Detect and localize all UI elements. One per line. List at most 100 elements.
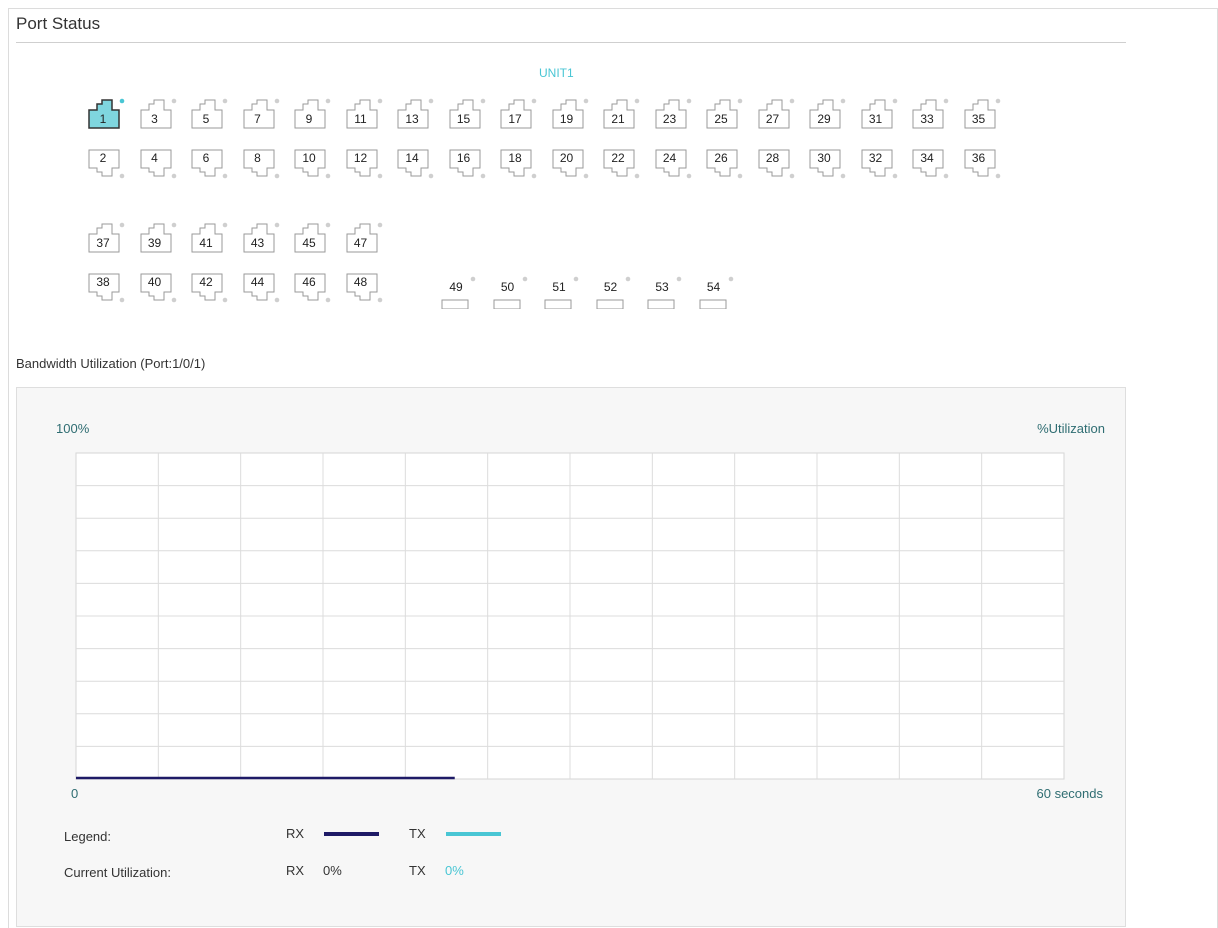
port-number: 3 <box>151 112 158 126</box>
port-30[interactable]: 30 <box>809 148 846 180</box>
port-number: 24 <box>662 151 677 165</box>
port-number: 19 <box>559 112 574 126</box>
port-23[interactable]: 23 <box>655 98 691 130</box>
port-number: 25 <box>714 112 728 126</box>
port-number: 1 <box>99 112 107 126</box>
sfp-port-54[interactable]: 54 <box>698 275 734 309</box>
port-number: 2 <box>99 151 107 165</box>
port-42[interactable]: 42 <box>191 272 228 304</box>
port-number: 35 <box>971 112 986 126</box>
port-14[interactable]: 14 <box>397 148 434 180</box>
y-axis-label: %Utilization <box>1037 421 1105 436</box>
port-1[interactable]: 1 <box>88 98 125 130</box>
port-12[interactable]: 12 <box>346 148 382 180</box>
port-25[interactable]: 25 <box>706 98 743 130</box>
sfp-port-49[interactable]: 49 <box>440 275 476 309</box>
port-31[interactable]: 31 <box>861 98 897 130</box>
port-number: 38 <box>96 275 110 289</box>
legend-tx-label: TX <box>409 826 426 841</box>
port-11[interactable]: 11 <box>346 98 382 130</box>
port-number: 16 <box>456 151 471 165</box>
port-39[interactable]: 39 <box>140 222 176 254</box>
port-number: 15 <box>456 112 471 126</box>
port-number: 23 <box>662 112 677 126</box>
port-18[interactable]: 18 <box>500 148 537 180</box>
current-rx-value: 0% <box>323 863 342 878</box>
port-number: 13 <box>405 112 419 126</box>
sfp-port-51[interactable]: 51 <box>543 275 579 309</box>
port-2[interactable]: 2 <box>88 148 125 180</box>
port-number: 54 <box>706 280 721 294</box>
port-10[interactable]: 10 <box>294 148 331 180</box>
port-9[interactable]: 9 <box>294 98 331 130</box>
x-axis-end-label: 60 seconds <box>1037 786 1104 801</box>
port-17[interactable]: 17 <box>500 98 537 130</box>
port-number: 7 <box>254 112 261 126</box>
port-number: 14 <box>405 151 419 165</box>
port-40[interactable]: 40 <box>140 272 176 304</box>
sfp-port-50[interactable]: 50 <box>492 275 528 309</box>
current-utilization-label: Current Utilization: <box>64 865 171 880</box>
port-number: 49 <box>449 280 463 294</box>
port-8[interactable]: 8 <box>243 148 279 180</box>
port-13[interactable]: 13 <box>397 98 434 130</box>
port-38[interactable]: 38 <box>88 272 125 304</box>
port-7[interactable]: 7 <box>243 98 279 130</box>
port-16[interactable]: 16 <box>449 148 485 180</box>
port-3[interactable]: 3 <box>140 98 176 130</box>
port-number: 32 <box>868 151 883 165</box>
port-36[interactable]: 36 <box>964 148 1000 180</box>
port-48[interactable]: 48 <box>346 272 382 304</box>
port-45[interactable]: 45 <box>294 222 331 254</box>
port-19[interactable]: 19 <box>552 98 588 130</box>
port-number: 11 <box>354 112 367 126</box>
port-43[interactable]: 43 <box>243 222 279 254</box>
port-6[interactable]: 6 <box>191 148 228 180</box>
port-number: 36 <box>971 151 986 165</box>
port-22[interactable]: 22 <box>603 148 640 180</box>
port-20[interactable]: 20 <box>552 148 588 180</box>
x-axis-start-label: 0 <box>71 786 78 801</box>
legend-label: Legend: <box>64 829 111 844</box>
port-34[interactable]: 34 <box>912 148 949 180</box>
port-44[interactable]: 44 <box>243 272 279 304</box>
port-35[interactable]: 35 <box>964 98 1000 130</box>
port-33[interactable]: 33 <box>912 98 949 130</box>
port-46[interactable]: 46 <box>294 272 331 304</box>
port-5[interactable]: 5 <box>191 98 228 130</box>
port-number: 29 <box>817 112 831 126</box>
port-number: 26 <box>714 151 728 165</box>
sfp-port-52[interactable]: 52 <box>595 275 631 309</box>
port-number: 39 <box>147 236 162 250</box>
port-number: 17 <box>508 112 522 126</box>
port-47[interactable]: 47 <box>346 222 382 254</box>
port-number: 43 <box>250 236 265 250</box>
port-number: 52 <box>603 280 618 294</box>
port-28[interactable]: 28 <box>758 148 794 180</box>
port-24[interactable]: 24 <box>655 148 691 180</box>
unit-label: UNIT1 <box>539 66 574 80</box>
port-41[interactable]: 41 <box>191 222 228 254</box>
port-32[interactable]: 32 <box>861 148 897 180</box>
port-number: 28 <box>765 151 780 165</box>
port-number: 34 <box>920 151 934 165</box>
legend-rx-label: RX <box>286 826 305 841</box>
port-26[interactable]: 26 <box>706 148 743 180</box>
port-number: 45 <box>302 236 316 250</box>
current-rx-label: RX <box>286 863 305 878</box>
port-number: 21 <box>611 112 625 126</box>
sfp-port-53[interactable]: 53 <box>646 275 682 309</box>
port-29[interactable]: 29 <box>809 98 846 130</box>
port-4[interactable]: 4 <box>140 148 176 180</box>
port-number: 4 <box>151 151 158 165</box>
port-number: 47 <box>353 236 368 250</box>
port-number: 10 <box>302 151 316 165</box>
port-15[interactable]: 15 <box>449 98 485 130</box>
port-number: 8 <box>254 151 261 165</box>
port-21[interactable]: 21 <box>603 98 640 130</box>
port-number: 20 <box>559 151 574 165</box>
port-37[interactable]: 37 <box>88 222 125 254</box>
current-tx-value: 0% <box>445 863 464 878</box>
port-number: 48 <box>353 275 368 289</box>
port-27[interactable]: 27 <box>758 98 794 130</box>
